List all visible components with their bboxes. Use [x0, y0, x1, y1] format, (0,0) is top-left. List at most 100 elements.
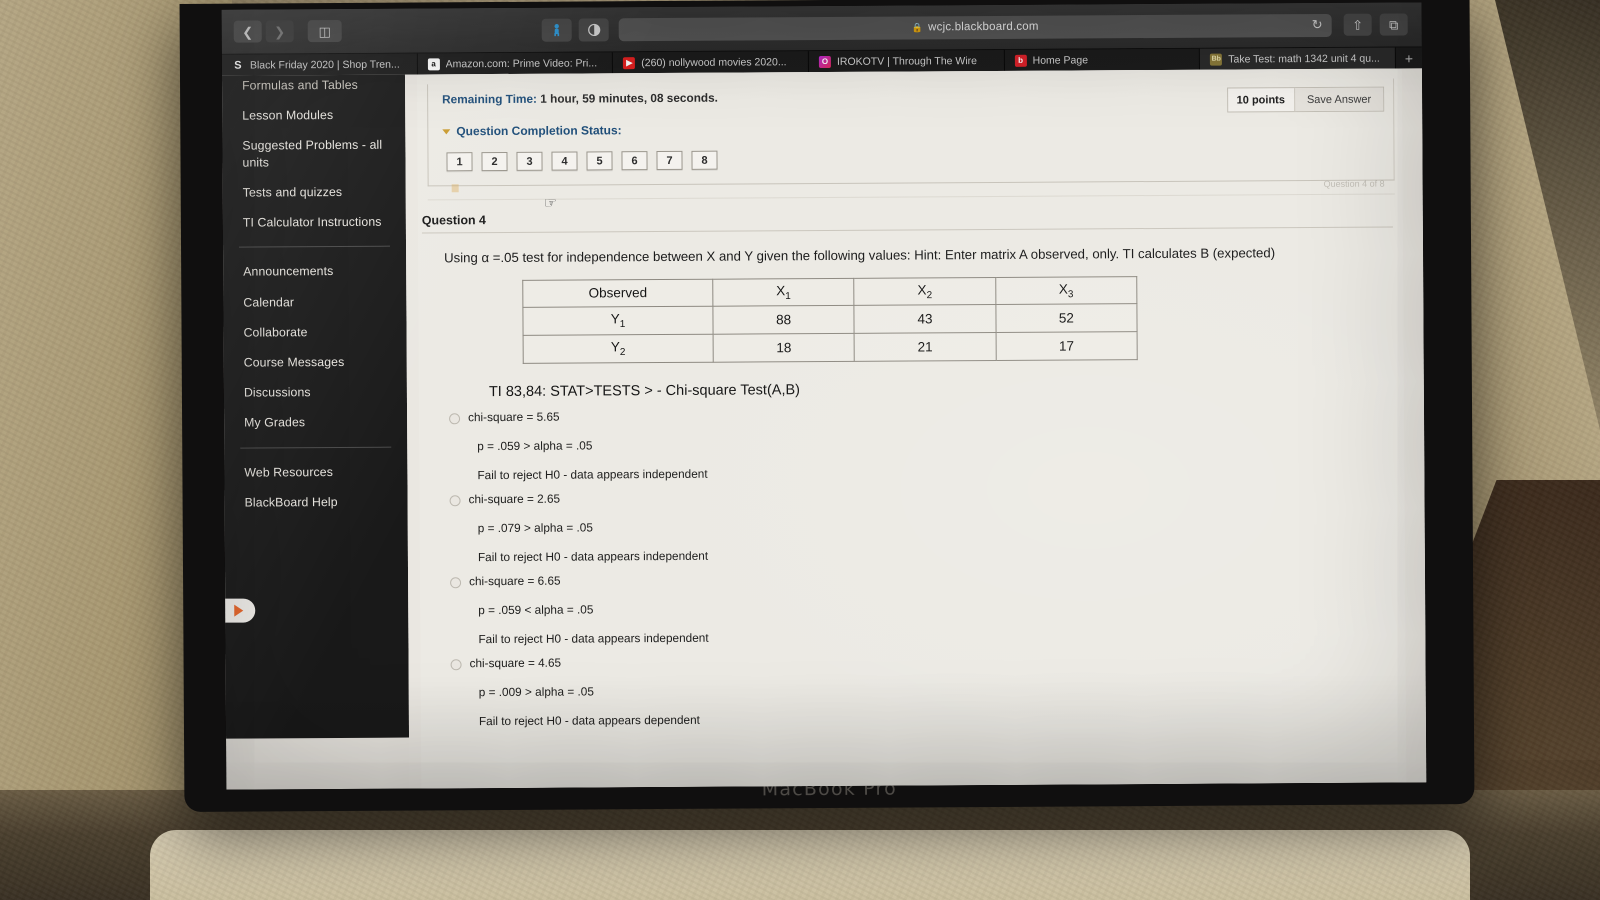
table-cell-y1-x3: 52: [995, 303, 1138, 333]
x1-main: X: [776, 282, 786, 298]
x2-main: X: [917, 281, 927, 297]
sidebar-item-blackboard-help[interactable]: BlackBoard Help: [224, 486, 407, 517]
url-text-group: 🔒 wcjc.blackboard.com: [912, 21, 1039, 34]
sidebar-item-suggested-problems[interactable]: Suggested Problems - all units: [222, 130, 405, 178]
choice-line-2: p = .059 < alpha = .05: [478, 602, 594, 617]
sidebar-divider-1: [239, 245, 391, 248]
answer-choice-3[interactable]: chi-square = 6.65 p = .059 < alpha = .05…: [446, 568, 1405, 646]
blackboard-test-icon: Bb: [1210, 53, 1223, 66]
browser-tab-6-active[interactable]: Bb Take Test: math 1342 unit 4 qu...: [1200, 47, 1396, 70]
choice-line-3: Fail to reject H0 - data appears depende…: [478, 712, 700, 728]
tabs-overview-icon[interactable]: ⧉: [1379, 13, 1408, 36]
sidebar-toggle-icon[interactable]: ◫: [307, 19, 342, 43]
page-title: Question 4: [421, 213, 486, 228]
save-answer-button[interactable]: Save Answer: [1293, 87, 1384, 112]
answer-choice-1[interactable]: chi-square = 5.65 p = .059 > alpha = .05…: [445, 404, 1404, 482]
marker-icon: [451, 184, 459, 193]
browser-tab-4[interactable]: O IROKOTV | Through The Wire: [808, 49, 1005, 73]
question-prompt: Using α =.05 test for independence betwe…: [444, 245, 1276, 266]
test-content-area: Remaining Time: 1 hour, 59 minutes, 08 s…: [404, 68, 1427, 789]
x3-sub: 3: [1067, 288, 1074, 300]
table-cell-y1-x2: 43: [854, 304, 996, 334]
x1-sub: 1: [785, 290, 791, 302]
choice-line-2: p = .079 > alpha = .05: [477, 520, 593, 535]
browser-tab-2[interactable]: a Amazon.com: Prime Video: Pri...: [417, 52, 614, 75]
question-number-button-8[interactable]: 8: [691, 150, 718, 170]
choice-line-3: Fail to reject H0 - data appears indepen…: [478, 630, 709, 646]
sidebar-item-tests-and-quizzes[interactable]: Tests and quizzes: [223, 176, 406, 207]
table-cell-y1-label: Y1: [522, 306, 714, 336]
browser-tab-3[interactable]: ▶ (260) nollywood movies 2020...: [613, 51, 809, 74]
reload-icon[interactable]: ↻: [1312, 17, 1323, 33]
tab-label: Take Test: math 1342 unit 4 qu...: [1228, 52, 1380, 66]
table-cell-y2-x1: 18: [713, 333, 855, 362]
question-title-row: Question 4: [421, 208, 1393, 228]
question-number-button-2[interactable]: 2: [481, 151, 508, 172]
remaining-time-label: Remaining Time:: [442, 91, 538, 107]
youtube-icon: ▶: [623, 56, 636, 69]
back-button[interactable]: ❮: [233, 20, 262, 43]
test-content-inner: Remaining Time: 1 hour, 59 minutes, 08 s…: [416, 68, 1407, 789]
question-number-list: 1 2 3 4 5 6 7 8: [442, 147, 1393, 172]
question-body: Using α =.05 test for independence betwe…: [418, 242, 1406, 728]
answer-choices: chi-square = 5.65 p = .059 > alpha = .05…: [445, 404, 1406, 728]
reader-contrast-icon[interactable]: [578, 17, 609, 42]
question-number-button-6[interactable]: 6: [621, 151, 648, 171]
question-number-button-3[interactable]: 3: [516, 151, 543, 171]
radio-button-icon[interactable]: [449, 412, 461, 424]
question-number-button-7[interactable]: 7: [656, 150, 683, 171]
table-cell-x1-header: X1: [712, 277, 855, 307]
sidebar-item-formulas-and-tables[interactable]: Formulas and Tables: [222, 77, 405, 101]
question-number-button-4[interactable]: 4: [551, 151, 578, 171]
answer-choice-4[interactable]: chi-square = 4.65 p = .009 > alpha = .05…: [447, 650, 1406, 728]
remaining-time-value: 1 hour, 59 minutes, 08 seconds.: [540, 90, 718, 106]
choice-line-1: chi-square = 4.65: [469, 655, 562, 670]
blackboard-icon: b: [1014, 54, 1027, 67]
browser-tab-1[interactable]: S Black Friday 2020 | Shop Tren...: [221, 53, 418, 76]
lock-icon: 🔒: [911, 21, 924, 32]
y2-main: Y: [610, 339, 620, 355]
question-number-button-1[interactable]: 1: [446, 152, 473, 172]
sidebar-item-course-messages[interactable]: Course Messages: [224, 347, 407, 378]
laptop-screen: ❮ ❯ ◫ 🔒 wcjc.blackboard.com ↻ ⇧ ⧉ S Blac…: [221, 2, 1427, 790]
extension-buttons: [541, 17, 609, 42]
sidebar-item-web-resources[interactable]: Web Resources: [224, 456, 407, 487]
radio-button-icon[interactable]: [450, 658, 462, 670]
tab-label: Black Friday 2020 | Shop Tren...: [249, 58, 400, 72]
question-completion-status[interactable]: Question Completion Status:: [442, 119, 1393, 139]
ghost-text: Question 4 of 8: [1323, 178, 1385, 189]
sidebar-item-my-grades[interactable]: My Grades: [224, 407, 407, 438]
extension-icon[interactable]: [541, 18, 572, 42]
browser-tab-5[interactable]: b Home Page: [1004, 48, 1201, 71]
y2-sub: 2: [619, 346, 626, 358]
sidebar-item-lesson-modules[interactable]: Lesson Modules: [222, 100, 405, 131]
radio-button-icon[interactable]: [450, 576, 462, 588]
tab-label: (260) nollywood movies 2020...: [641, 55, 787, 69]
table-cell-y2-x3: 17: [995, 331, 1138, 361]
radio-button-icon[interactable]: [449, 494, 461, 506]
forward-button[interactable]: ❯: [265, 20, 294, 43]
question-number-button-5[interactable]: 5: [586, 151, 613, 171]
sidebar-item-calendar[interactable]: Calendar: [223, 286, 406, 317]
choice-line-3: Fail to reject H0 - data appears indepen…: [477, 548, 709, 564]
table-row: Y2 18 21 17: [523, 331, 1138, 363]
sidebar-item-collaborate[interactable]: Collaborate: [223, 316, 406, 347]
calculator-hint: TI 83,84: STAT>TESTS > - Chi-square Test…: [488, 381, 801, 400]
choice-line-1: chi-square = 2.65: [468, 491, 561, 506]
toolbar-right-buttons: ⇧ ⧉: [1343, 13, 1408, 36]
laptop-device: MacBook Pro ❮ ❯ ◫ 🔒 wcjc.blackboard.com …: [179, 0, 1475, 812]
table-cell-x3-header: X3: [995, 276, 1137, 305]
sidebar-item-discussions[interactable]: Discussions: [224, 377, 407, 408]
course-menu-sidebar: Formulas and Tables Lesson Modules Sugge…: [221, 74, 410, 739]
table-row-header: Observed X1 X2 X3: [522, 276, 1137, 308]
share-icon[interactable]: ⇧: [1343, 13, 1372, 36]
address-bar[interactable]: 🔒 wcjc.blackboard.com ↻: [618, 13, 1332, 41]
expand-menu-arrow-icon[interactable]: [221, 598, 256, 623]
sidebar-item-announcements[interactable]: Announcements: [223, 256, 406, 287]
points-and-save-group: 10 points Save Answer: [1226, 86, 1385, 113]
answer-choice-2[interactable]: chi-square = 2.65 p = .079 > alpha = .05…: [446, 486, 1405, 564]
x3-main: X: [1058, 281, 1068, 297]
sidebar-item-ti-calculator-instructions[interactable]: TI Calculator Instructions: [223, 207, 406, 238]
safari-browser-window: ❮ ❯ ◫ 🔒 wcjc.blackboard.com ↻ ⇧ ⧉ S Blac…: [221, 2, 1427, 790]
new-tab-button[interactable]: +: [1396, 47, 1422, 68]
